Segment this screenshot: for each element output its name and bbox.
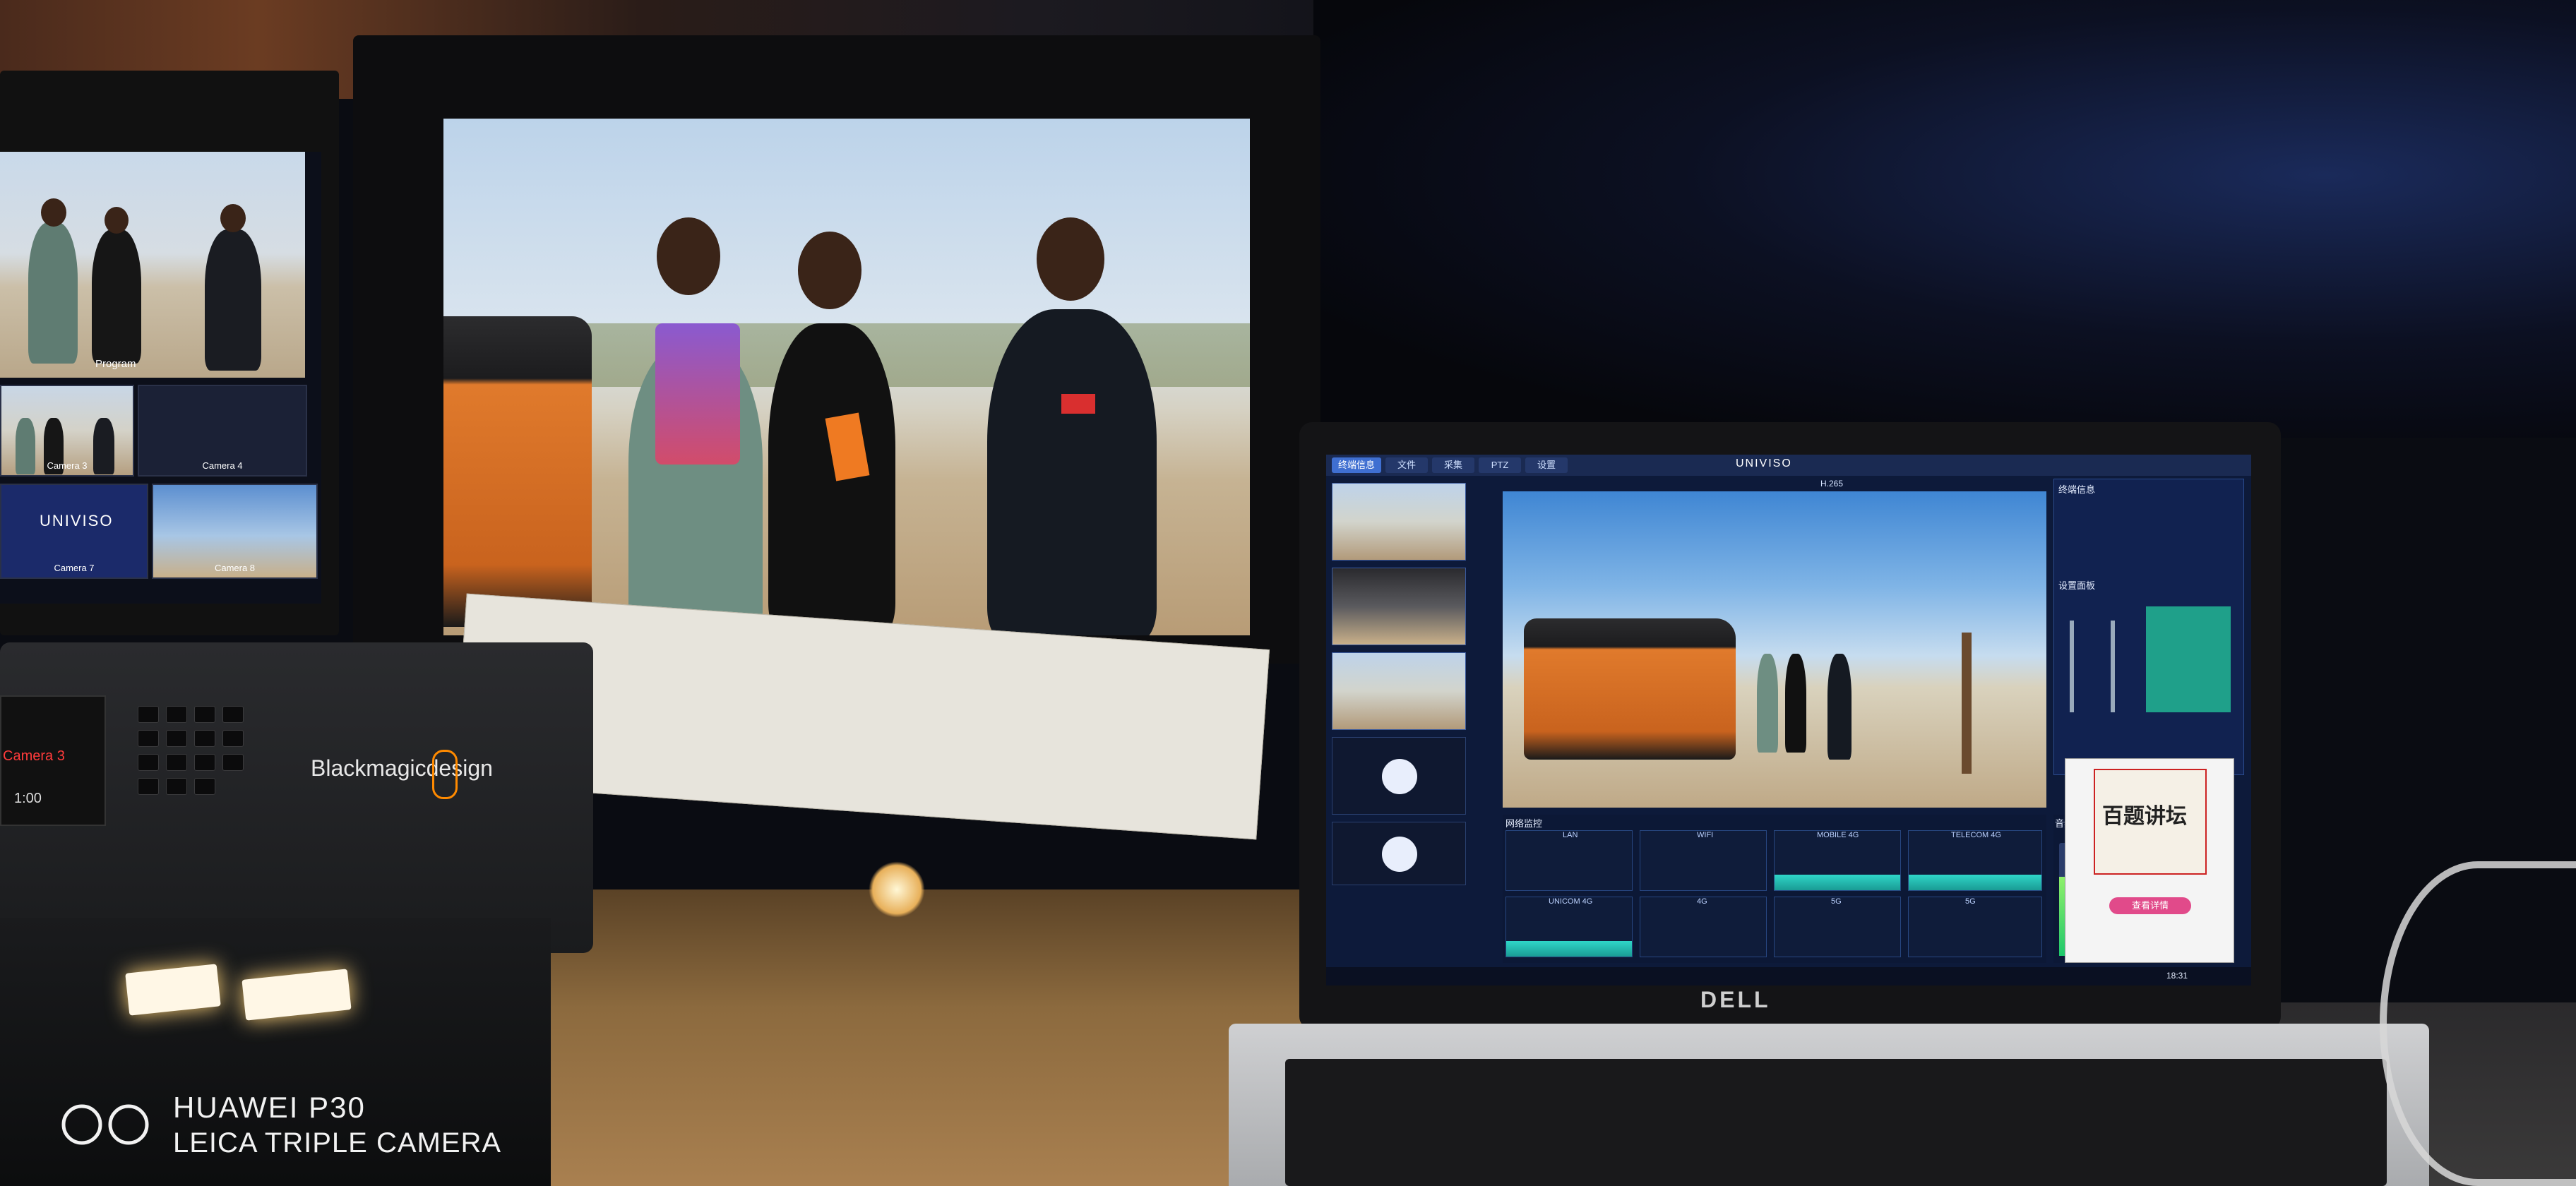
- desk-light: [869, 861, 925, 918]
- popup-title: 百题讲坛: [2102, 805, 2187, 828]
- terminal-info-title: 终端信息: [2058, 484, 2096, 495]
- codec-label: H.265: [1820, 479, 1844, 489]
- program-view: Program: [0, 152, 305, 378]
- watermark-line-2: LEICA TRIPLE CAMERA: [173, 1127, 502, 1158]
- source-thumbnail-empty-1[interactable]: [1332, 737, 1466, 815]
- camera-4-label: Camera 4: [202, 460, 243, 471]
- source-thumbnail-2[interactable]: [1332, 568, 1466, 645]
- camera-7-view: UNIVISO Camera 7: [0, 484, 148, 579]
- network-cable-coil: [2380, 861, 2576, 1186]
- main-monitor-screen: [443, 119, 1250, 635]
- camera-8-label: Camera 8: [214, 563, 256, 573]
- slider-bitrate[interactable]: [2070, 621, 2074, 712]
- source-thumbnail-1[interactable]: [1332, 483, 1466, 561]
- video-preview[interactable]: [1503, 491, 2046, 808]
- lcd-time: 1:00: [14, 791, 42, 806]
- settings-panel-title: 设置面板: [2058, 580, 2096, 591]
- net-cell-4g: 4G: [1640, 897, 1767, 957]
- settings-panel: 终端信息 设置面板: [2053, 479, 2244, 777]
- camera-3-label: Camera 3: [47, 460, 88, 471]
- uniview-logo: UNIVISO: [40, 512, 114, 529]
- camera-7-label: Camera 7: [54, 563, 95, 573]
- net-cell-mobile: MOBILE 4G: [1774, 830, 1901, 891]
- signpost: [1962, 633, 1972, 774]
- notification-popup[interactable]: 百题讲坛 查看详情: [2065, 758, 2234, 963]
- shirt-logo: [1061, 394, 1095, 414]
- source-thumbnail-empty-2[interactable]: [1332, 822, 1466, 885]
- switcher-keypad[interactable]: [138, 706, 258, 826]
- camera-8-view: Camera 8: [152, 484, 318, 579]
- network-monitor-title: 网络监控: [1505, 818, 1543, 829]
- lcd-camera-label: Camera 3: [3, 748, 65, 764]
- tab-files[interactable]: 文件: [1385, 457, 1428, 473]
- camera-brand-rings-icon: [61, 1104, 149, 1145]
- watermark-line-1: HUAWEI P30: [173, 1091, 366, 1124]
- net-cell-5g-2: 5G: [1908, 897, 2042, 957]
- blackmagic-brand: Blackmagicdesign: [311, 755, 493, 781]
- tab-ptz[interactable]: PTZ: [1479, 457, 1521, 473]
- tab-settings[interactable]: 设置: [1525, 457, 1568, 473]
- net-cell-wifi: WIFI: [1640, 830, 1767, 891]
- preview-suv: [1524, 618, 1736, 760]
- net-cell-5g-1: 5G: [1774, 897, 1901, 957]
- tab-capture[interactable]: 采集: [1432, 457, 1474, 473]
- network-monitor: 网络监控 LAN WIFI MOBILE 4G TELECOM 4G UNICO…: [1503, 815, 2046, 963]
- user-placeholder-icon: [1382, 759, 1417, 794]
- promo-card: [655, 323, 740, 465]
- orange-suv: [443, 316, 592, 627]
- program-label: Program: [95, 358, 136, 370]
- multiview-screen: Program Camera 3 Camera 4 UNIVISO Camera…: [0, 152, 321, 604]
- popup-image: 百题讲坛: [2094, 769, 2207, 875]
- user-placeholder-icon: [1382, 837, 1417, 872]
- room-background-right: [1313, 0, 2576, 438]
- app-title-bar: 终端信息 文件 采集 PTZ 设置 UNIVISO: [1326, 455, 2251, 476]
- slider-delay[interactable]: [2111, 621, 2115, 712]
- tab-terminal-info[interactable]: 终端信息: [1332, 457, 1381, 473]
- laptop-keyboard[interactable]: [1285, 1059, 2387, 1186]
- popup-button[interactable]: 查看详情: [2109, 897, 2191, 914]
- taskbar: 18:31: [1326, 967, 2251, 986]
- brand-logo-icon: [432, 750, 458, 799]
- net-cell-telecom: TELECOM 4G: [1908, 830, 2042, 891]
- dell-logo: DELL: [1700, 987, 1771, 1012]
- net-cell-unicom: UNICOM 4G: [1505, 897, 1633, 957]
- camera-4-view: Camera 4: [138, 385, 307, 477]
- laptop-screen: 终端信息 文件 采集 PTZ 设置 UNIVISO H.265 终端信息 设置面…: [1326, 455, 2251, 986]
- camera-3-view: Camera 3: [0, 385, 134, 477]
- quality-options[interactable]: [2146, 606, 2231, 712]
- taskbar-clock: 18:31: [2166, 971, 2188, 981]
- source-thumbnail-3[interactable]: [1332, 652, 1466, 730]
- net-cell-lan: LAN: [1505, 830, 1633, 891]
- app-logo: UNIVISO: [1736, 457, 1792, 469]
